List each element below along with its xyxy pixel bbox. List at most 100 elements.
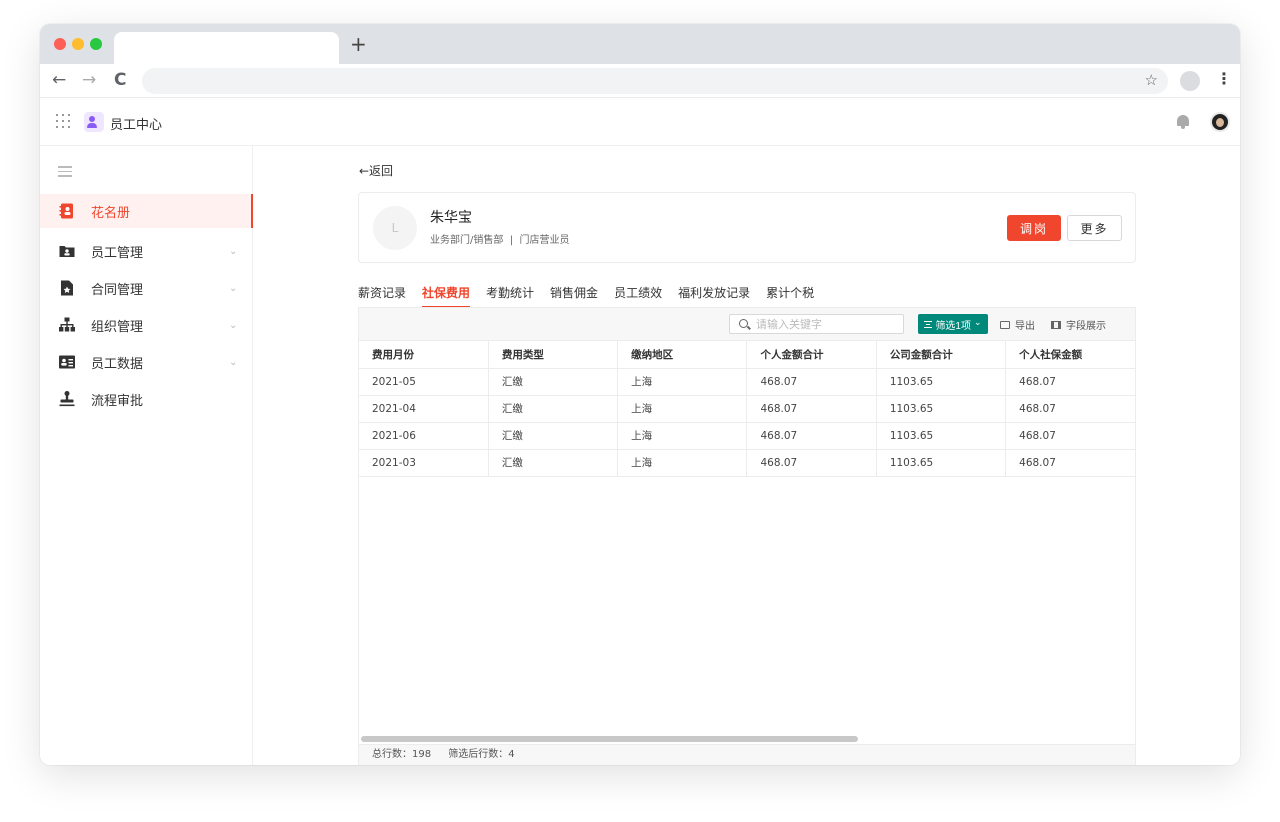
fields-label: 字段展示	[1066, 321, 1106, 332]
chevron-down-icon: ⌄	[974, 317, 982, 327]
tab-salary-records[interactable]: 薪资记录	[358, 284, 406, 308]
sidebar-item-approval-flow[interactable]: 流程审批	[40, 382, 253, 416]
roster-icon	[59, 203, 73, 219]
table-cell: 468.07	[1005, 422, 1135, 450]
main-content: ←返回 L 朱华宝 业务部门/销售部 | 门店营业员 调岗 更多 薪资记录 社保…	[253, 146, 1240, 765]
employee-avatar: L	[373, 206, 417, 250]
chevron-down-icon: ⌄	[229, 356, 238, 368]
new-tab-button[interactable]: +	[350, 34, 367, 54]
browser-toolbar: ← → C ☆ ⋮	[40, 64, 1240, 98]
column-header[interactable]: 个人社保金额	[1005, 341, 1135, 369]
column-header[interactable]: 缴纳地区	[617, 341, 748, 369]
back-arrow-icon[interactable]: ←	[52, 70, 66, 90]
sidebar-item-employee-management[interactable]: 员工管理 ⌄	[40, 234, 253, 268]
filter-button[interactable]: 筛选1项 ⌄	[918, 314, 988, 334]
search-icon	[739, 319, 748, 328]
filtered-rows-count: 筛选后行数：4	[448, 749, 515, 760]
bookmark-star-icon[interactable]: ☆	[1145, 71, 1158, 89]
minimize-window-button[interactable]	[72, 38, 84, 50]
table-cell: 汇缴	[488, 395, 619, 423]
table-header-row: 费用月份 费用类型 缴纳地区 个人金额合计 公司金额合计 个人社保金额	[359, 341, 1135, 369]
table-cell: 2021-03	[359, 449, 489, 477]
tab-cumulative-tax[interactable]: 累计个税	[766, 284, 814, 308]
tab-benefits[interactable]: 福利发放记录	[678, 284, 750, 308]
table-cell: 上海	[617, 368, 748, 396]
table-row[interactable]: 2021-03 汇缴 上海 468.07 1103.65 468.07	[359, 449, 1135, 477]
table-cell: 汇缴	[488, 449, 619, 477]
columns-icon	[1051, 320, 1061, 329]
browser-menu-icon[interactable]: ⋮	[1216, 69, 1232, 88]
column-header[interactable]: 个人金额合计	[746, 341, 877, 369]
tab-bar: 薪资记录 社保费用 考勤统计 销售佣金 员工绩效 福利发放记录 累计个税	[358, 284, 830, 308]
sidebar-item-contract-management[interactable]: 合同管理 ⌄	[40, 271, 253, 305]
maximize-window-button[interactable]	[90, 38, 102, 50]
forward-arrow-icon[interactable]: →	[82, 70, 96, 90]
export-icon	[1000, 320, 1010, 329]
collapse-menu-icon[interactable]	[58, 166, 72, 178]
tab-sales-commission[interactable]: 销售佣金	[550, 284, 598, 308]
more-button[interactable]: 更多	[1067, 215, 1122, 241]
org-chart-icon	[59, 317, 75, 332]
table-row[interactable]: 2021-06 汇缴 上海 468.07 1103.65 468.07	[359, 422, 1135, 450]
column-header[interactable]: 公司金额合计	[876, 341, 1007, 369]
tab-strip: +	[40, 24, 1240, 64]
table-cell: 汇缴	[488, 368, 619, 396]
table-cell: 468.07	[1005, 368, 1135, 396]
tab-performance[interactable]: 员工绩效	[614, 284, 662, 308]
reload-icon[interactable]: C	[114, 70, 126, 90]
tab-attendance[interactable]: 考勤统计	[486, 284, 534, 308]
table-toolbar: 筛选1项 ⌄ 导出 字段展示	[359, 308, 1135, 341]
sidebar: 花名册 员工管理 ⌄ 合同管理 ⌄ 组织管理 ⌄ 员工数据 ⌄ 流程审批	[40, 146, 253, 765]
employee-center-logo-icon	[84, 112, 104, 132]
data-table-panel: 筛选1项 ⌄ 导出 字段展示 费用月份 费用类型 缴纳地区	[358, 307, 1136, 765]
sidebar-item-roster[interactable]: 花名册	[40, 194, 253, 228]
sidebar-item-employee-data[interactable]: 员工数据 ⌄	[40, 345, 253, 379]
transfer-button[interactable]: 调岗	[1007, 215, 1061, 241]
table-cell: 汇缴	[488, 422, 619, 450]
table-footer: 总行数：198 筛选后行数：4	[359, 744, 1135, 765]
address-bar[interactable]: ☆	[142, 68, 1168, 94]
app-launcher-icon[interactable]	[56, 114, 72, 130]
back-link[interactable]: ←返回	[359, 162, 393, 179]
employee-name: 朱华宝	[430, 210, 472, 226]
table-row[interactable]: 2021-05 汇缴 上海 468.07 1103.65 468.07	[359, 368, 1135, 396]
table-cell: 上海	[617, 422, 748, 450]
search-input[interactable]	[729, 314, 904, 334]
browser-tab[interactable]	[114, 32, 339, 64]
horizontal-scrollbar[interactable]	[361, 736, 858, 742]
table-cell: 468.07	[746, 368, 877, 396]
notification-bell-icon[interactable]	[1176, 113, 1190, 129]
sidebar-item-org-management[interactable]: 组织管理 ⌄	[40, 308, 253, 342]
table-cell: 468.07	[1005, 449, 1135, 477]
social-insurance-table: 费用月份 费用类型 缴纳地区 个人金额合计 公司金额合计 个人社保金额 2021…	[359, 341, 1135, 477]
table-cell: 上海	[617, 449, 748, 477]
stamp-icon	[59, 391, 75, 407]
total-rows-count: 总行数：198	[372, 749, 432, 760]
table-cell: 468.07	[1005, 395, 1135, 423]
table-cell: 上海	[617, 395, 748, 423]
profile-avatar[interactable]	[1180, 71, 1200, 91]
table-cell: 1103.65	[876, 368, 1007, 396]
table-cell: 2021-06	[359, 422, 489, 450]
filter-icon	[924, 320, 933, 328]
sidebar-item-label: 花名册	[91, 205, 131, 221]
sidebar-item-label: 流程审批	[91, 393, 144, 409]
filter-label: 筛选1项	[935, 320, 971, 332]
table-cell: 2021-04	[359, 395, 489, 423]
id-card-icon	[59, 355, 75, 369]
contract-star-icon	[61, 280, 73, 296]
app-title: 员工中心	[110, 118, 163, 133]
table-row[interactable]: 2021-04 汇缴 上海 468.07 1103.65 468.07	[359, 395, 1135, 423]
sidebar-item-label: 员工管理	[91, 245, 144, 261]
column-header[interactable]: 费用类型	[488, 341, 619, 369]
column-header[interactable]: 费用月份	[359, 341, 489, 369]
user-avatar[interactable]	[1210, 112, 1230, 132]
sidebar-item-label: 合同管理	[91, 282, 144, 298]
close-window-button[interactable]	[54, 38, 66, 50]
tab-social-insurance[interactable]: 社保费用	[422, 284, 471, 308]
table-cell: 1103.65	[876, 395, 1007, 423]
fields-display-button[interactable]: 字段展示	[1051, 317, 1106, 332]
table-cell: 1103.65	[876, 422, 1007, 450]
sidebar-item-label: 员工数据	[91, 356, 144, 372]
export-button[interactable]: 导出	[1000, 317, 1035, 332]
